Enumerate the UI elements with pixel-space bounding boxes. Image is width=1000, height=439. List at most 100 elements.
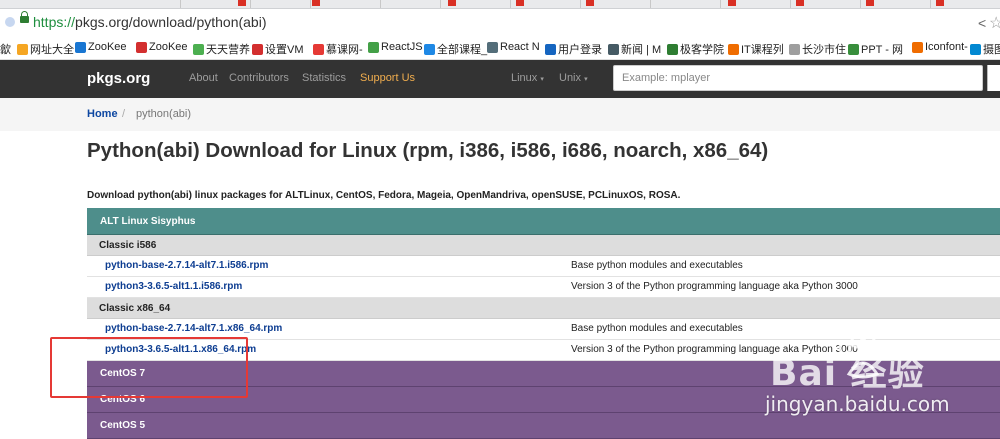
table-row: python-base-2.7.14-alt7.1.i586.rpm Base … xyxy=(87,256,1000,277)
browser-tab[interactable] xyxy=(860,0,931,8)
url-path: pkgs.org/download/python(abi) xyxy=(75,14,267,30)
bookmark-item[interactable]: ZooKee xyxy=(136,41,188,53)
search-input[interactable] xyxy=(613,65,983,91)
bookmark-favicon-icon xyxy=(424,43,435,55)
nav-support-us[interactable]: Support Us xyxy=(360,72,415,84)
bookmark-item[interactable]: 网址大全 xyxy=(17,41,74,57)
bookmark-label: React N xyxy=(500,41,540,53)
bookmark-favicon-icon xyxy=(136,41,147,53)
package-summary: Version 3 of the Python programming lang… xyxy=(571,344,858,355)
browser-tab[interactable] xyxy=(380,0,441,8)
share-icon[interactable]: < xyxy=(978,15,986,31)
package-table: ALT Linux Sisyphus Classic i586 python-b… xyxy=(87,208,1000,439)
bookmark-label: 新闻 | M xyxy=(621,44,662,56)
browser-tab[interactable] xyxy=(250,0,311,8)
table-row: python3-3.6.5-alt1.1.i586.rpm Version 3 … xyxy=(87,277,1000,298)
browser-tab[interactable] xyxy=(720,0,791,8)
bookmark-favicon-icon xyxy=(789,43,800,55)
nav-statistics[interactable]: Statistics xyxy=(302,72,346,84)
star-icon[interactable]: ☆ xyxy=(989,13,1000,33)
distro-header-centos-5[interactable]: CentOS 5 xyxy=(87,413,1000,439)
distro-header-alt-linux[interactable]: ALT Linux Sisyphus xyxy=(87,208,1000,235)
bookmark-favicon-icon xyxy=(848,43,859,55)
package-link[interactable]: python-base-2.7.14-alt7.1.x86_64.rpm xyxy=(105,319,282,339)
caret-down-icon: ▾ xyxy=(584,76,588,83)
unix-dropdown-label: Unix xyxy=(559,72,582,84)
package-summary: Version 3 of the Python programming lang… xyxy=(571,281,858,292)
package-link[interactable]: python3-3.6.5-alt1.1.i586.rpm xyxy=(105,277,242,297)
bookmark-label: 设置VM xyxy=(265,44,304,56)
bookmark-label: IT课程列 xyxy=(741,44,784,56)
package-link[interactable]: python-base-2.7.14-alt7.1.i586.rpm xyxy=(105,256,268,276)
bookmark-item[interactable]: 歙 xyxy=(0,41,11,57)
breadcrumb-home[interactable]: Home xyxy=(87,108,118,120)
breadcrumb-separator: / xyxy=(122,108,126,120)
unix-dropdown[interactable]: Unix ▾ xyxy=(559,72,588,84)
repo-group-header: Classic i586 xyxy=(87,235,1000,256)
browser-tab[interactable] xyxy=(30,0,181,8)
bookmark-item[interactable]: ZooKee xyxy=(75,41,127,53)
bookmark-favicon-icon xyxy=(667,43,678,55)
nav-contributors[interactable]: Contributors xyxy=(229,72,289,84)
page-info-icon[interactable] xyxy=(5,17,15,27)
browser-tab[interactable] xyxy=(440,0,511,8)
bookmark-favicon-icon xyxy=(313,43,324,55)
bookmark-item[interactable]: Iconfont- xyxy=(912,41,968,53)
bookmark-item[interactable]: 用户登录 xyxy=(545,41,602,57)
lock-icon xyxy=(20,11,29,23)
bookmark-item[interactable]: ReactJS xyxy=(368,41,423,53)
bookmark-label: Iconfont- xyxy=(925,41,968,53)
linux-dropdown-label: Linux xyxy=(511,72,538,84)
breadcrumb: Home / python(abi) xyxy=(0,98,1000,131)
bookmark-favicon-icon xyxy=(608,43,619,55)
brand-logo[interactable]: pkgs.org xyxy=(87,70,150,87)
bookmark-label: 用户登录 xyxy=(558,44,602,56)
caret-down-icon: ▾ xyxy=(540,76,544,83)
bookmark-item[interactable]: React N xyxy=(487,41,540,53)
nav-about[interactable]: About xyxy=(189,72,218,84)
browser-tab[interactable] xyxy=(310,0,381,8)
bookmark-item[interactable]: 长沙市住 xyxy=(789,41,846,57)
linux-dropdown[interactable]: Linux ▾ xyxy=(511,72,544,84)
bookmark-label: ZooKee xyxy=(88,41,127,53)
bookmark-item[interactable]: IT课程列 xyxy=(728,41,784,57)
page-title: Python(abi) Download for Linux (rpm, i38… xyxy=(87,139,769,162)
bookmark-label: 慕课网- xyxy=(326,44,363,56)
repo-group-header: Classic x86_64 xyxy=(87,298,1000,319)
bookmark-label: 摄图 xyxy=(983,44,1000,56)
tab-favicon-icon xyxy=(238,0,246,6)
package-summary: Base python modules and executables xyxy=(571,260,743,271)
tab-favicon-icon xyxy=(936,0,944,6)
bookmarks-bar: 歙 网址大全 ZooKee ZooKee 天天营养 设置VM 慕课网- ReactJS 全部课程… xyxy=(0,36,1000,60)
bookmark-item[interactable]: 摄图 xyxy=(970,41,1000,57)
browser-tab[interactable] xyxy=(790,0,861,8)
browser-tab[interactable] xyxy=(650,0,721,8)
bookmark-favicon-icon xyxy=(368,41,379,53)
search-button[interactable] xyxy=(987,65,1000,91)
browser-tab[interactable] xyxy=(510,0,581,8)
breadcrumb-current: python(abi) xyxy=(136,108,192,120)
url-text[interactable]: https://pkgs.org/download/python(abi) xyxy=(33,14,267,30)
bookmark-label: 网址大全 xyxy=(30,44,74,56)
bookmark-favicon-icon xyxy=(487,41,498,53)
bookmark-favicon-icon xyxy=(17,43,28,55)
bookmark-favicon-icon xyxy=(970,43,981,55)
package-summary: Base python modules and executables xyxy=(571,323,743,334)
bookmark-item[interactable]: 设置VM xyxy=(252,41,304,57)
bookmark-item[interactable]: 慕课网- xyxy=(313,41,363,57)
bookmark-label: ZooKee xyxy=(149,41,188,53)
bookmark-item[interactable]: 新闻 | M xyxy=(608,41,661,57)
bookmark-favicon-icon xyxy=(728,43,739,55)
bookmark-label: PPT - 网 xyxy=(861,44,903,56)
highlight-annotation-box xyxy=(50,337,248,398)
bookmark-label: 歙 xyxy=(0,44,11,56)
bookmark-item[interactable]: 全部课程_ xyxy=(424,41,487,57)
browser-tab[interactable] xyxy=(580,0,651,8)
bookmark-favicon-icon xyxy=(252,43,263,55)
bookmark-item[interactable]: PPT - 网 xyxy=(848,41,903,57)
bookmark-item[interactable]: 天天营养 xyxy=(193,41,250,57)
bookmark-label: ReactJS xyxy=(381,41,423,53)
address-bar[interactable]: https://pkgs.org/download/python(abi) < … xyxy=(0,9,1000,36)
bookmark-label: 极客学院 xyxy=(680,44,724,56)
bookmark-item[interactable]: 极客学院 xyxy=(667,41,724,57)
